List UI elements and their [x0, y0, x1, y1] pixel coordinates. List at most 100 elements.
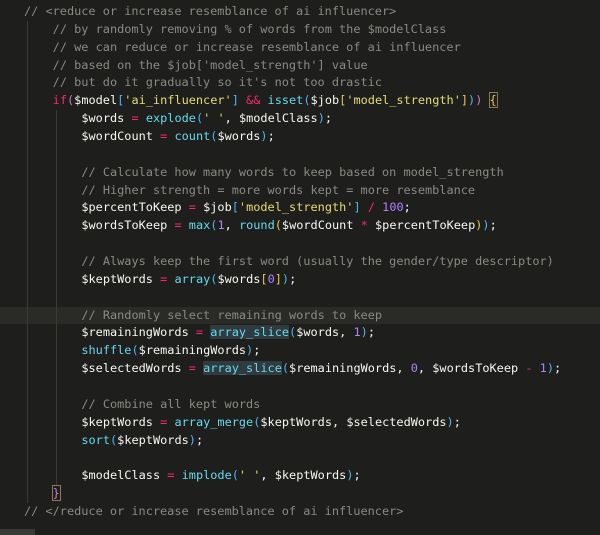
indent-guide — [27, 199, 28, 218]
indent-guide — [27, 217, 28, 236]
indent-guide — [27, 360, 28, 379]
code-line[interactable]: $percentToKeep = $job['model_strength'] … — [0, 199, 600, 218]
code-line[interactable]: // but do it gradually so it's not too d… — [0, 74, 600, 93]
code-line[interactable]: } — [0, 485, 600, 504]
indent-guide — [27, 467, 28, 486]
code-bracket: [ — [260, 271, 268, 286]
indent-guide — [55, 324, 57, 343]
code-bracket: ) — [281, 271, 290, 286]
code-bracket: ] — [353, 200, 361, 215]
indent-guide — [55, 467, 57, 486]
code-line[interactable]: $wordCount = count($words); — [0, 128, 600, 146]
code-operator: && — [246, 93, 261, 108]
code-variable: $remainingWords — [289, 361, 397, 376]
code-line[interactable] — [0, 235, 600, 254]
code-line[interactable]: // Randomly select remaining words to ke… — [0, 306, 600, 325]
code-bracket: ) — [317, 111, 325, 126]
code-line[interactable]: // by randomly removing % of words from … — [0, 20, 600, 39]
code-string: 'model_strength' — [238, 200, 354, 215]
code-comment: // Higher strength = more words kept = m… — [81, 182, 476, 197]
code-bracket: ) — [446, 414, 454, 429]
code-line[interactable]: $keptWords = array($words[0]); — [0, 270, 600, 289]
code-function: count — [174, 129, 211, 144]
code-variable: $words — [81, 111, 125, 126]
code-line[interactable]: $selectedWords = array_slice($remainingW… — [0, 360, 600, 379]
indent-guide — [27, 20, 28, 39]
indent-guide — [27, 74, 28, 93]
indent-guide — [27, 110, 28, 129]
code-number: 1 — [217, 218, 225, 233]
code-function: shuffle — [81, 343, 132, 358]
code-operator: * — [360, 218, 368, 233]
indent-guide — [27, 92, 28, 111]
code-punctuation: ; — [253, 343, 261, 358]
horizontal-scrollbar[interactable] — [0, 529, 35, 535]
code-line[interactable]: $modelClass = implode(' ', $keptWords); — [0, 467, 600, 486]
code-number: 100 — [382, 200, 404, 215]
code-punctuation — [182, 200, 189, 214]
code-line[interactable]: $keptWords = array_merge($keptWords, $se… — [0, 413, 600, 432]
code-line[interactable] — [0, 378, 600, 396]
code-variable: $wordCount — [81, 129, 153, 144]
code-line[interactable]: $remainingWords = array_slice($words, 1)… — [0, 324, 600, 343]
code-line[interactable]: // we can reduce or increase resemblance… — [0, 38, 600, 57]
indent-guide — [27, 288, 28, 307]
code-variable: $words — [217, 271, 261, 286]
code-bracket: ) — [260, 129, 268, 144]
code-punctuation: , — [396, 361, 411, 376]
code-punctuation: ; — [453, 414, 461, 429]
indent-guide — [55, 449, 57, 468]
code-bracket: ) — [346, 468, 354, 483]
code-line[interactable] — [0, 145, 600, 164]
code-line[interactable]: // Calculate how many words to keep base… — [0, 163, 600, 182]
code-punctuation: ; — [195, 432, 204, 447]
code-line[interactable]: shuffle($remainingWords); — [0, 342, 600, 361]
code-string: ' ' — [238, 468, 261, 483]
code-line[interactable] — [0, 449, 600, 468]
code-line[interactable]: // <reduce or increase resemblance of ai… — [0, 3, 600, 21]
code-line[interactable]: // Higher strength = more words kept = m… — [0, 181, 600, 200]
indent-guide — [55, 270, 57, 289]
indent-guide — [27, 163, 28, 182]
code-line[interactable] — [0, 288, 600, 307]
code-punctuation: ; — [403, 200, 411, 215]
indent-guide — [27, 324, 28, 343]
indent-guide — [55, 217, 57, 236]
indent-guide — [55, 181, 57, 200]
code-line[interactable]: // Combine all kept words — [0, 395, 600, 414]
code-comment: // Randomly select remaining words to ke… — [81, 307, 383, 322]
code-punctuation: ; — [324, 111, 333, 126]
code-line[interactable]: // based on the $job['model_strength'] v… — [0, 56, 600, 75]
code-function: max — [188, 218, 211, 233]
code-punctuation — [368, 218, 375, 232]
code-comment: // <reduce or increase resemblance of ai… — [24, 4, 397, 18]
code-comment: // Calculate how many words to keep base… — [81, 164, 504, 179]
code-number: 1 — [353, 325, 361, 340]
code-line[interactable]: // Always keep the first word (usually t… — [0, 253, 600, 271]
code-line[interactable]: // </reduce or increase resemblance of a… — [0, 503, 600, 521]
code-line[interactable]: sort($keptWords); — [0, 431, 600, 450]
indent-guide — [27, 306, 28, 325]
code-string: 'model_strength' — [346, 93, 461, 108]
code-line[interactable]: $words = explode(' ', $modelClass); — [0, 110, 600, 129]
code-comment: // </reduce or increase resemblance of a… — [24, 504, 404, 519]
code-line[interactable]: if($model['ai_influencer'] && isset($job… — [0, 92, 600, 111]
code-function: round — [238, 218, 275, 233]
code-variable: $modelClass — [81, 468, 161, 483]
code-variable: $percentToKeep — [375, 218, 476, 233]
code-variable: $selectedWords — [346, 414, 447, 429]
code-string: ' ' — [203, 111, 225, 126]
code-number: 0 — [267, 271, 275, 286]
code-punctuation — [354, 218, 361, 232]
code-variable: $job — [310, 93, 340, 108]
indent-guide — [27, 413, 28, 432]
code-operator: / — [367, 200, 375, 215]
code-variable: $percentToKeep — [81, 200, 182, 215]
code-variable: $wordCount — [281, 218, 354, 233]
code-bracket: ) — [188, 432, 196, 447]
code-punctuation: , — [260, 468, 275, 483]
indent-guide — [27, 145, 28, 164]
code-editor[interactable]: // <reduce or increase resemblance of ai… — [0, 3, 600, 521]
code-punctuation: , — [417, 361, 433, 376]
code-line[interactable]: $wordsToKeep = max(1, round($wordCount *… — [0, 217, 600, 236]
